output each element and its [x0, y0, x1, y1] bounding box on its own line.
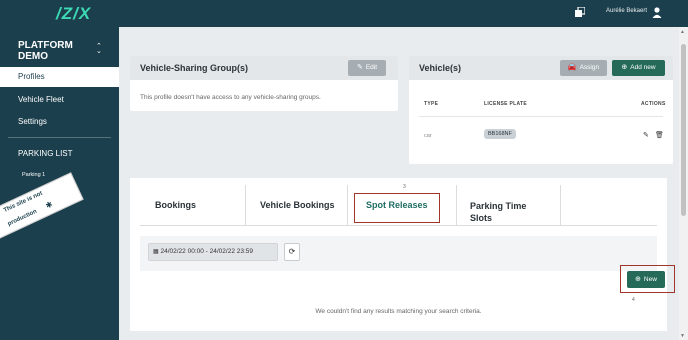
car-icon: 🚘 [567, 64, 577, 71]
sidebar: PLATFORM DEMO ⌃ ⌄ Profiles Vehicle Fleet… [0, 27, 119, 340]
table-divider [419, 116, 663, 117]
edit-button-label: Edit [365, 64, 378, 71]
tab-parking-time-slots[interactable]: Parking Time Slots [470, 200, 545, 240]
annotation-number: 4 [632, 297, 635, 303]
vehicle-type: car [424, 133, 432, 139]
filter-bar: ▦ 24/02/22 00:00 - 24/02/22 23:59 ⟳ [140, 236, 657, 271]
platform-selector[interactable]: PLATFORM DEMO [18, 40, 73, 62]
gear-icon: ✱ [44, 199, 55, 211]
not-production-ribbon: This site is not production ✱ [0, 172, 84, 242]
top-bar: /Z/X Aurélie Bekaert [0, 0, 688, 27]
tabs-underline [140, 225, 657, 226]
app-logo[interactable]: /Z/X [56, 4, 91, 24]
col-header-actions: ACTIONS [641, 101, 666, 107]
highlight-box-new [620, 265, 675, 293]
sidebar-item-settings[interactable]: Settings [0, 112, 119, 132]
assign-button[interactable]: 🚘 Assign [560, 60, 607, 76]
user-icon[interactable] [652, 7, 662, 18]
col-header-license-plate: LICENSE PLATE [484, 101, 527, 107]
tab-separator [560, 185, 561, 225]
sidebar-item-profiles[interactable]: Profiles [0, 67, 119, 87]
card-header: Vehicle-Sharing Group(s) ✎ Edit [130, 56, 398, 80]
highlight-box-tab [354, 193, 440, 223]
license-plate-badge: BB168NF [484, 129, 516, 139]
vehicles-card: Vehicle(s) 🚘 Assign ⊕ Add new TYPE LICENSE… [409, 56, 673, 164]
vehicle-sharing-card: Vehicle-Sharing Group(s) ✎ Edit This prof… [130, 56, 398, 111]
parking-list-title: PARKING LIST [18, 149, 73, 158]
card-header: Vehicle(s) 🚘 Assign ⊕ Add new [409, 56, 673, 80]
add-new-vehicle-button[interactable]: ⊕ Add new [612, 60, 665, 76]
scrollbar-thumb[interactable] [681, 44, 686, 216]
empty-groups-text: This profile doesn't have access to any … [140, 94, 321, 101]
windows-icon[interactable] [575, 7, 585, 18]
annotation-number: 3 [403, 184, 406, 190]
sidebar-divider [8, 137, 111, 138]
tab-vehicle-bookings[interactable]: Vehicle Bookings [260, 200, 335, 240]
user-name[interactable]: Aurélie Bekaert [606, 8, 647, 14]
edit-icon: ✎ [356, 64, 363, 71]
tabs-panel: 3 Bookings Vehicle Bookings Spot Release… [130, 178, 675, 331]
tab-separator [347, 185, 348, 225]
card-title: Vehicle-Sharing Group(s) [140, 63, 249, 73]
chevron-updown-icon[interactable]: ⌃ ⌄ [96, 43, 102, 55]
edit-button[interactable]: ✎ Edit [348, 60, 386, 76]
ribbon-text-line1: This site is not [2, 190, 44, 214]
date-range-value: 24/02/22 00:00 - 24/02/22 23:59 [160, 248, 254, 255]
empty-results-text: We couldn't find any results matching yo… [315, 308, 482, 315]
calendar-icon: ▦ [153, 249, 159, 255]
tab-separator [245, 185, 246, 225]
tab-separator [456, 185, 457, 225]
edit-vehicle-icon[interactable]: ✎ [643, 131, 649, 139]
sidebar-item-vehicle-fleet[interactable]: Vehicle Fleet [0, 90, 119, 110]
ribbon-text-line2: production [6, 208, 38, 228]
assign-button-label: Assign [579, 64, 600, 71]
date-range-picker[interactable]: ▦ 24/02/22 00:00 - 24/02/22 23:59 [148, 243, 278, 261]
scroll-up-icon[interactable]: ▲ [680, 29, 685, 35]
refresh-icon: ⟳ [288, 247, 296, 256]
plus-circle-icon: ⊕ [621, 64, 628, 71]
tab-bookings[interactable]: Bookings [155, 200, 196, 240]
refresh-button[interactable]: ⟳ [284, 243, 300, 261]
card-title: Vehicle(s) [419, 63, 462, 73]
delete-vehicle-icon[interactable]: 🗑 [655, 131, 664, 139]
scroll-down-icon[interactable]: ▼ [680, 333, 685, 339]
add-new-label: Add new [630, 64, 656, 71]
col-header-type: TYPE [424, 101, 439, 107]
sidebar-item-parking-1[interactable]: Parking 1 [22, 172, 45, 178]
